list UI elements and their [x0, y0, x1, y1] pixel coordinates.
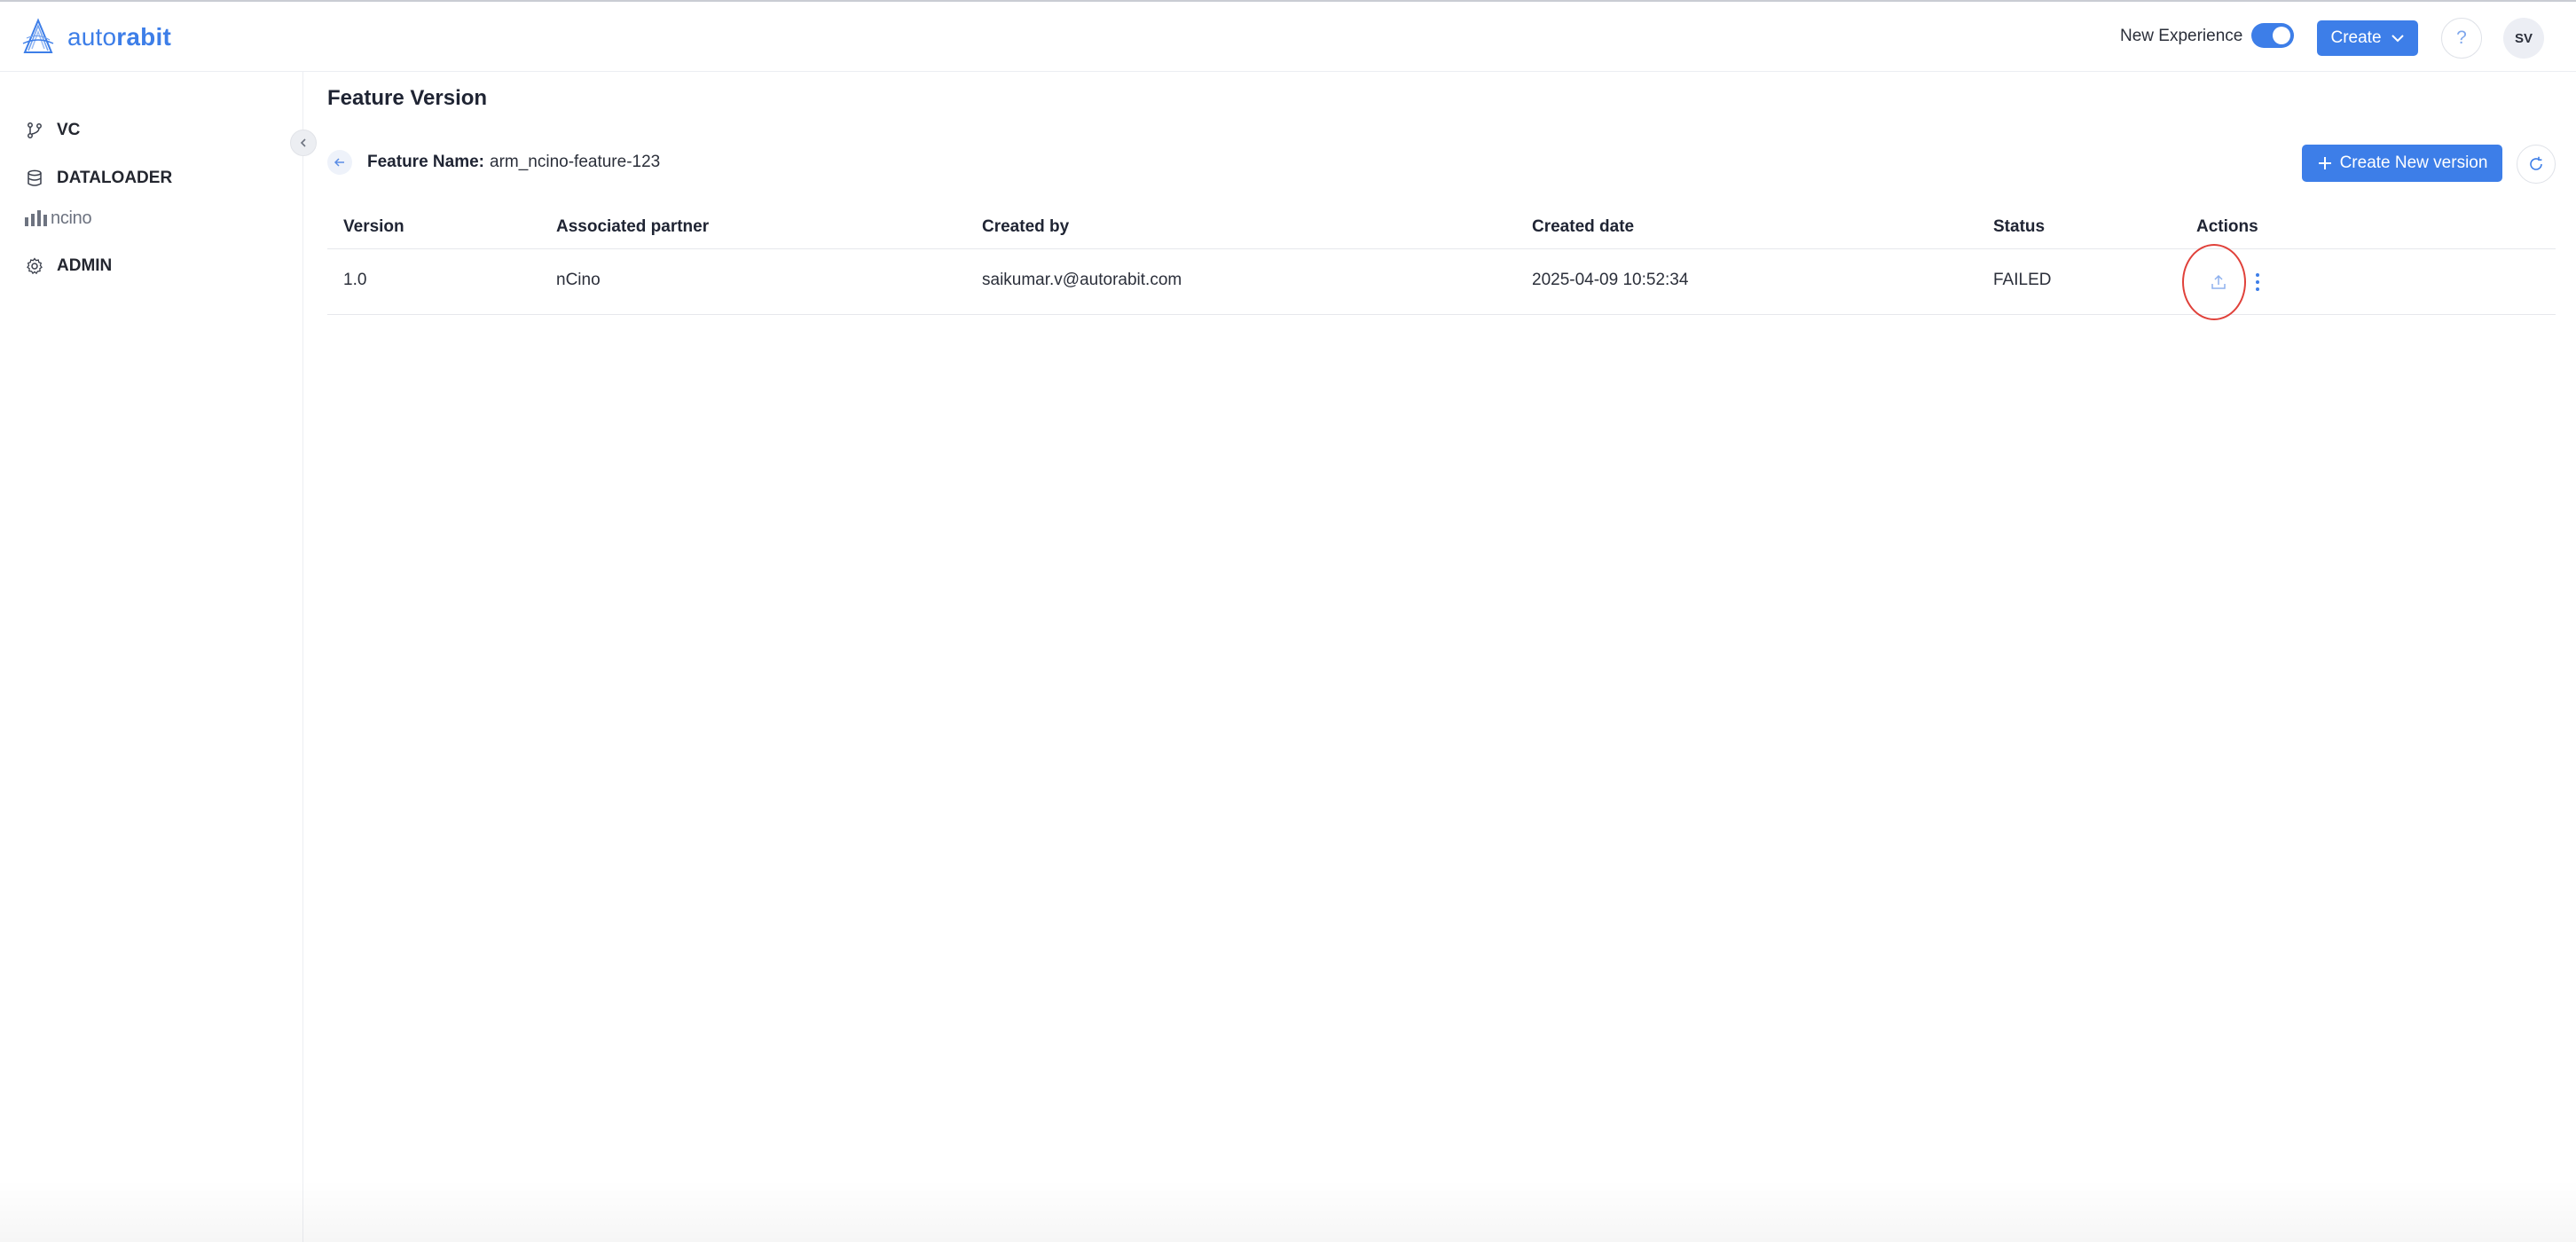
sidebar-item-label: ADMIN: [57, 256, 113, 275]
new-experience-toggle[interactable]: [2251, 23, 2294, 48]
top-header: autorabit New Experience Create ? SV: [0, 2, 2576, 72]
sidebar-item-admin[interactable]: ADMIN: [25, 248, 112, 284]
versions-table: Version Associated partner Created by Cr…: [327, 205, 2556, 320]
refresh-icon: [2530, 156, 2542, 170]
autorabit-logo-icon: [22, 18, 54, 53]
sidebar-item-label: ncino: [51, 208, 92, 228]
avatar-initials: SV: [2514, 30, 2533, 46]
more-vertical-icon: [2256, 273, 2259, 291]
main-content: Feature Version Feature Name: arm_ncino-f…: [303, 72, 2576, 1242]
feature-name-value: arm_ncino-feature-123: [490, 153, 661, 171]
refresh-button[interactable]: [2517, 145, 2556, 184]
sidebar-item-label: DATALOADER: [57, 169, 173, 187]
user-avatar[interactable]: SV: [2503, 18, 2544, 59]
sidebar-item-ncino[interactable]: ncino: [25, 200, 92, 236]
column-header-status: Status: [1993, 217, 2046, 236]
cell-status: FAILED: [1993, 271, 2052, 289]
arrow-left-icon: [334, 158, 344, 167]
page-title: Feature Version: [327, 86, 488, 110]
logo-text: autorabit: [67, 23, 171, 51]
sidebar: VC DATALOADER ncino ADMIN: [0, 72, 317, 1242]
feature-name-line: Feature Name: arm_ncino-feature-123: [367, 153, 660, 172]
cell-version: 1.0: [343, 271, 367, 289]
create-new-version-button[interactable]: Create New version: [2302, 145, 2502, 182]
ncino-logo-icon: [25, 210, 47, 226]
create-button[interactable]: Create: [2317, 20, 2418, 56]
sidebar-item-vc[interactable]: VC: [25, 113, 80, 148]
sidebar-item-label: VC: [57, 121, 81, 139]
cell-created-date: 2025-04-09 10:52:34: [1532, 271, 1689, 289]
sidebar-collapse-button[interactable]: [290, 130, 317, 156]
autorabit-logo[interactable]: autorabit: [18, 16, 171, 59]
column-header-actions: Actions: [2196, 217, 2258, 236]
table-row: 1.0 nCino saikumar.v@autorabit.com 2025-…: [327, 244, 2556, 320]
toggle-knob: [2273, 27, 2290, 44]
back-button[interactable]: [327, 150, 352, 175]
cell-partner: nCino: [556, 271, 601, 289]
gear-icon: [27, 257, 43, 275]
upload-icon: [2211, 274, 2226, 289]
git-branch-icon: [27, 122, 42, 138]
chevron-left-icon: [300, 138, 306, 147]
help-icon: ?: [2456, 28, 2467, 48]
new-experience-label: New Experience: [2120, 27, 2243, 45]
column-header-partner: Associated partner: [556, 217, 710, 236]
feature-name-label: Feature Name:: [367, 153, 484, 171]
plus-icon: [2318, 157, 2331, 169]
column-header-created-date: Created date: [1532, 217, 1635, 236]
column-header-version: Version: [343, 217, 404, 236]
upload-action-button[interactable]: [2196, 260, 2241, 304]
sidebar-item-dataloader[interactable]: DATALOADER: [25, 161, 172, 196]
table-header: Version Associated partner Created by Cr…: [327, 205, 2556, 249]
cell-created-by: saikumar.v@autorabit.com: [982, 271, 1182, 289]
more-actions-button[interactable]: [2249, 269, 2266, 295]
column-header-created-by: Created by: [982, 217, 1070, 236]
create-new-version-label: Create New version: [2339, 153, 2488, 172]
help-button[interactable]: ?: [2441, 18, 2482, 59]
database-icon: [27, 169, 42, 186]
chevron-down-icon: [2391, 35, 2404, 43]
create-button-label: Create: [2330, 28, 2382, 47]
